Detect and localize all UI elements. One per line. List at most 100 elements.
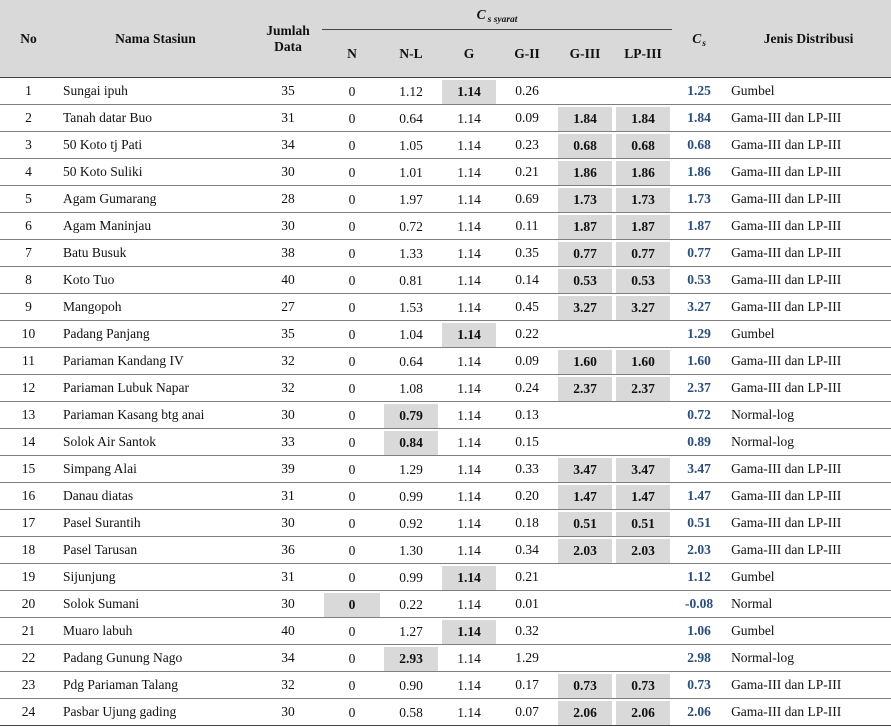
cell-value: 0 [348,542,356,558]
cell-gii: 0.17 [498,671,556,699]
cell-nama-stasiun: Agam Gumarang [57,185,254,213]
cell-value [614,323,672,347]
header-gii: G-II [498,29,556,78]
cell-nl: 1.04 [382,320,440,348]
header-jumlah-line1: Jumlah [266,22,310,38]
cell-value [614,404,672,428]
cell-n: 0 [322,374,382,402]
cell-jenis-distribusi: Gama-III dan LP-III [726,104,891,132]
cell-giii: 3.47 [556,455,614,483]
cell-value [556,620,614,644]
cell-jenis-distribusi: Gama-III dan LP-III [726,482,891,510]
cell-jenis-distribusi: Gama-III dan LP-III [726,293,891,321]
cell-nama-stasiun: 50 Koto Suliki [57,158,254,186]
cell-value: 0 [348,623,356,639]
cell-no: 22 [0,644,57,672]
cell-value: 0 [348,434,356,450]
cell-cs: 1.86 [672,158,727,186]
cell-value: 0 [348,272,356,288]
header-no: No [0,0,57,78]
cell-giii: 0.68 [556,131,614,159]
cell-value: 0 [348,110,356,126]
cell-giii: 2.06 [556,698,614,726]
cell-value: 0 [348,326,356,342]
cell-nama-stasiun: Solok Air Santok [57,428,254,456]
highlighted-value: 2.06 [616,700,671,725]
cell-value [556,323,614,347]
cell-cs: -0.08 [672,590,727,618]
cell-lpiii [614,563,673,591]
cell-cs: 1.84 [672,104,727,132]
cell-nama-stasiun: Sungai ipuh [57,77,254,105]
cell-lpiii: 1.86 [614,158,673,186]
cell-nl: 0.90 [382,671,440,699]
cell-value: 0.99 [399,569,423,585]
cell-nama-stasiun: Pariaman Lubuk Napar [57,374,254,402]
highlighted-value: 1.73 [558,187,612,212]
highlighted-value: 0.68 [616,133,671,158]
cell-cs: 0.51 [672,509,727,537]
cell-jenis-distribusi: Normal [726,590,891,618]
cell-giii: 1.87 [556,212,614,240]
cell-value: 1.14 [457,677,481,693]
cell-jenis-distribusi: Gumbel [726,617,891,645]
cell-cs: 0.89 [672,428,727,456]
highlighted-value: 3.27 [558,295,612,320]
cell-n: 0 [322,185,382,213]
cell-n: 0 [322,644,382,672]
cell-g: 1.14 [440,212,498,240]
cell-nl: 1.29 [382,455,440,483]
header-cs-sub: s [702,38,706,49]
cell-nl: 0.58 [382,698,440,726]
cell-n: 0 [322,104,382,132]
cell-jumlah-data: 34 [254,644,322,672]
cell-value: 0.64 [399,353,423,369]
cell-value [614,647,672,671]
cell-n: 0 [322,563,382,591]
table-row: 10 Padang Panjang 35 0 1.04 1.14 0.22 1.29 Gumbe… [0,320,891,348]
cell-jumlah-data: 28 [254,185,322,213]
table-row: 14 Solok Air Santok 33 0 0.84 1.14 0.15 0.89 Nor… [0,428,891,456]
table-row: 16 Danau diatas 31 0 0.99 1.14 0.20 1.47 1.47 1.4… [0,482,891,510]
cell-gii: 0.20 [498,482,556,510]
cell-no: 8 [0,266,57,294]
header-nl: N-L [382,29,440,78]
cell-no: 16 [0,482,57,510]
cell-value: 1.14 [457,245,481,261]
cell-value [614,566,672,590]
cell-value: 1.14 [457,407,481,423]
header-cs-main: C [692,30,702,46]
highlighted-value: 0.53 [616,268,671,293]
cell-cs: 1.73 [672,185,727,213]
cell-g: 1.14 [440,698,498,726]
header-giii: G-III [556,29,614,78]
table-row: 15 Simpang Alai 39 0 1.29 1.14 0.33 3.47 3.47 3.4… [0,455,891,483]
table-row: 7 Batu Busuk 38 0 1.33 1.14 0.35 0.77 0.77 0.77 Ga… [0,239,891,267]
cell-lpiii: 2.03 [614,536,673,564]
cell-value: 0.92 [399,515,423,531]
cell-jumlah-data: 33 [254,428,322,456]
cell-value: 1.14 [457,272,481,288]
highlighted-value: 0.84 [384,430,438,455]
cell-value: 1.29 [399,461,423,477]
cell-jenis-distribusi: Gama-III dan LP-III [726,347,891,375]
cell-jumlah-data: 32 [254,374,322,402]
cell-g: 1.14 [440,428,498,456]
table-row: 21 Muaro labuh 40 0 1.27 1.14 0.32 1.06 Gumbel [0,617,891,645]
cell-gii: 0.09 [498,347,556,375]
cell-lpiii: 2.37 [614,374,673,402]
cell-value: 1.14 [457,596,481,612]
cell-lpiii: 2.06 [614,698,673,726]
highlighted-value: 2.03 [616,538,671,563]
cell-giii: 2.03 [556,536,614,564]
cell-n: 0 [322,401,382,429]
cell-lpiii [614,401,673,429]
cell-lpiii: 3.27 [614,293,673,321]
cell-n: 0 [322,428,382,456]
cell-nl: 1.97 [382,185,440,213]
table-row: 9 Mangopoh 27 0 1.53 1.14 0.45 3.27 3.27 3.27 Gama… [0,293,891,321]
cell-jumlah-data: 35 [254,77,322,105]
cell-value: 0 [348,83,356,99]
cell-nama-stasiun: Padang Panjang [57,320,254,348]
table-row: 18 Pasel Tarusan 36 0 1.30 1.14 0.34 2.03 2.03 2.… [0,536,891,564]
